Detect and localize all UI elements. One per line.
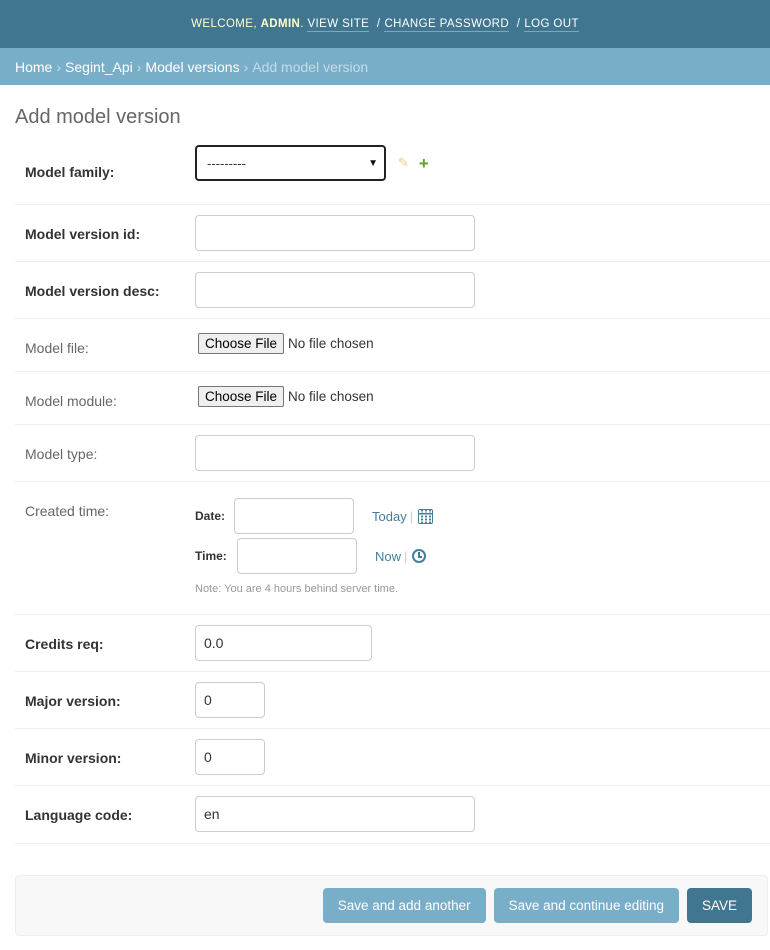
minor-version-input[interactable]: 0 (195, 739, 265, 775)
label-credits-req: Credits req: (25, 636, 104, 652)
row-minor-version: Minor version: 0 (15, 729, 770, 786)
change-password-link[interactable]: Change password (384, 18, 510, 32)
model-module-choose-button[interactable]: Choose File (198, 386, 285, 407)
row-model-version-desc: Model version desc: (15, 262, 770, 319)
chevron-down-icon: ▼ (368, 157, 378, 169)
time-line: Time: Now | (195, 538, 770, 574)
language-code-input[interactable]: en (195, 796, 475, 832)
label-created-time: Created time: (25, 503, 110, 519)
row-language-code: Language code: en (15, 786, 770, 844)
date-line: Date: Today | (195, 498, 770, 534)
clock-icon[interactable] (412, 549, 427, 563)
welcome-text: Welcome, (191, 18, 257, 30)
model-file-choose-button[interactable]: Choose File (198, 333, 285, 354)
model-module-status: No file chosen (288, 389, 374, 404)
label-model-module: Model module: (25, 393, 117, 409)
label-minor-version: Minor version: (25, 750, 122, 766)
label-model-file: Model file: (25, 340, 89, 356)
submit-row: Save and add another Save and continue e… (15, 875, 768, 936)
row-model-family: Model family: --------- ▼ ✎ + (15, 140, 770, 205)
time-label: Time: (195, 549, 227, 563)
plus-icon[interactable]: + (419, 155, 429, 172)
now-link[interactable]: Now (375, 549, 401, 564)
row-model-file: Model file: Choose File No file chosen (15, 319, 770, 372)
row-model-version-id: Model version id: (15, 205, 770, 262)
model-type-input[interactable] (195, 435, 475, 471)
model-family-select[interactable]: --------- ▼ (195, 145, 386, 181)
save-button[interactable]: Save (686, 888, 752, 923)
breadcrumb-segint-api[interactable]: Segint_Api (65, 59, 133, 75)
pencil-icon[interactable]: ✎ (398, 155, 409, 171)
breadcrumb: Home › Segint_Api › Model versions › Add… (0, 48, 770, 85)
username: admin (260, 18, 301, 30)
date-label: Date: (195, 509, 226, 523)
view-site-link[interactable]: View site (307, 18, 370, 32)
timezone-note: Note: You are 4 hours behind server time… (195, 583, 399, 595)
content: Add model version Model family: --------… (0, 85, 770, 936)
calendar-icon[interactable] (418, 508, 434, 524)
label-model-version-desc: Model version desc: (25, 283, 160, 299)
row-created-time: Created time: Date: Today | Time: Now | (15, 482, 770, 615)
row-model-type: Model type: (15, 425, 770, 482)
select-value: --------- (207, 155, 246, 171)
label-language-code: Language code: (25, 807, 133, 823)
model-version-id-input[interactable] (195, 215, 475, 251)
time-input[interactable] (237, 538, 357, 574)
row-credits-req: Credits req: 0.0 (15, 615, 770, 672)
today-link[interactable]: Today (372, 509, 407, 524)
credits-req-input[interactable]: 0.0 (195, 625, 372, 661)
breadcrumb-model-versions[interactable]: Model versions (145, 59, 239, 75)
date-input[interactable] (234, 498, 354, 534)
breadcrumb-home[interactable]: Home (15, 59, 52, 75)
label-major-version: Major version: (25, 693, 121, 709)
page-title: Add model version (15, 106, 181, 128)
major-version-input[interactable]: 0 (195, 682, 265, 718)
log-out-link[interactable]: Log out (524, 18, 579, 32)
breadcrumb-current: Add model version (252, 58, 369, 75)
site-header: Welcome, admin. View site / Change passwo… (0, 0, 770, 48)
row-major-version: Major version: 0 (15, 672, 770, 729)
label-model-version-id: Model version id: (25, 226, 141, 242)
user-tools: Welcome, admin. View site / Change passwo… (191, 18, 579, 32)
save-and-add-another-button[interactable]: Save and add another (322, 888, 486, 923)
label-model-family: Model family: (25, 164, 115, 180)
model-version-desc-input[interactable] (195, 272, 475, 308)
model-file-status: No file chosen (288, 336, 374, 351)
save-and-continue-button[interactable]: Save and continue editing (493, 888, 679, 923)
label-model-type: Model type: (25, 446, 98, 462)
row-model-module: Model module: Choose File No file chosen (15, 372, 770, 425)
